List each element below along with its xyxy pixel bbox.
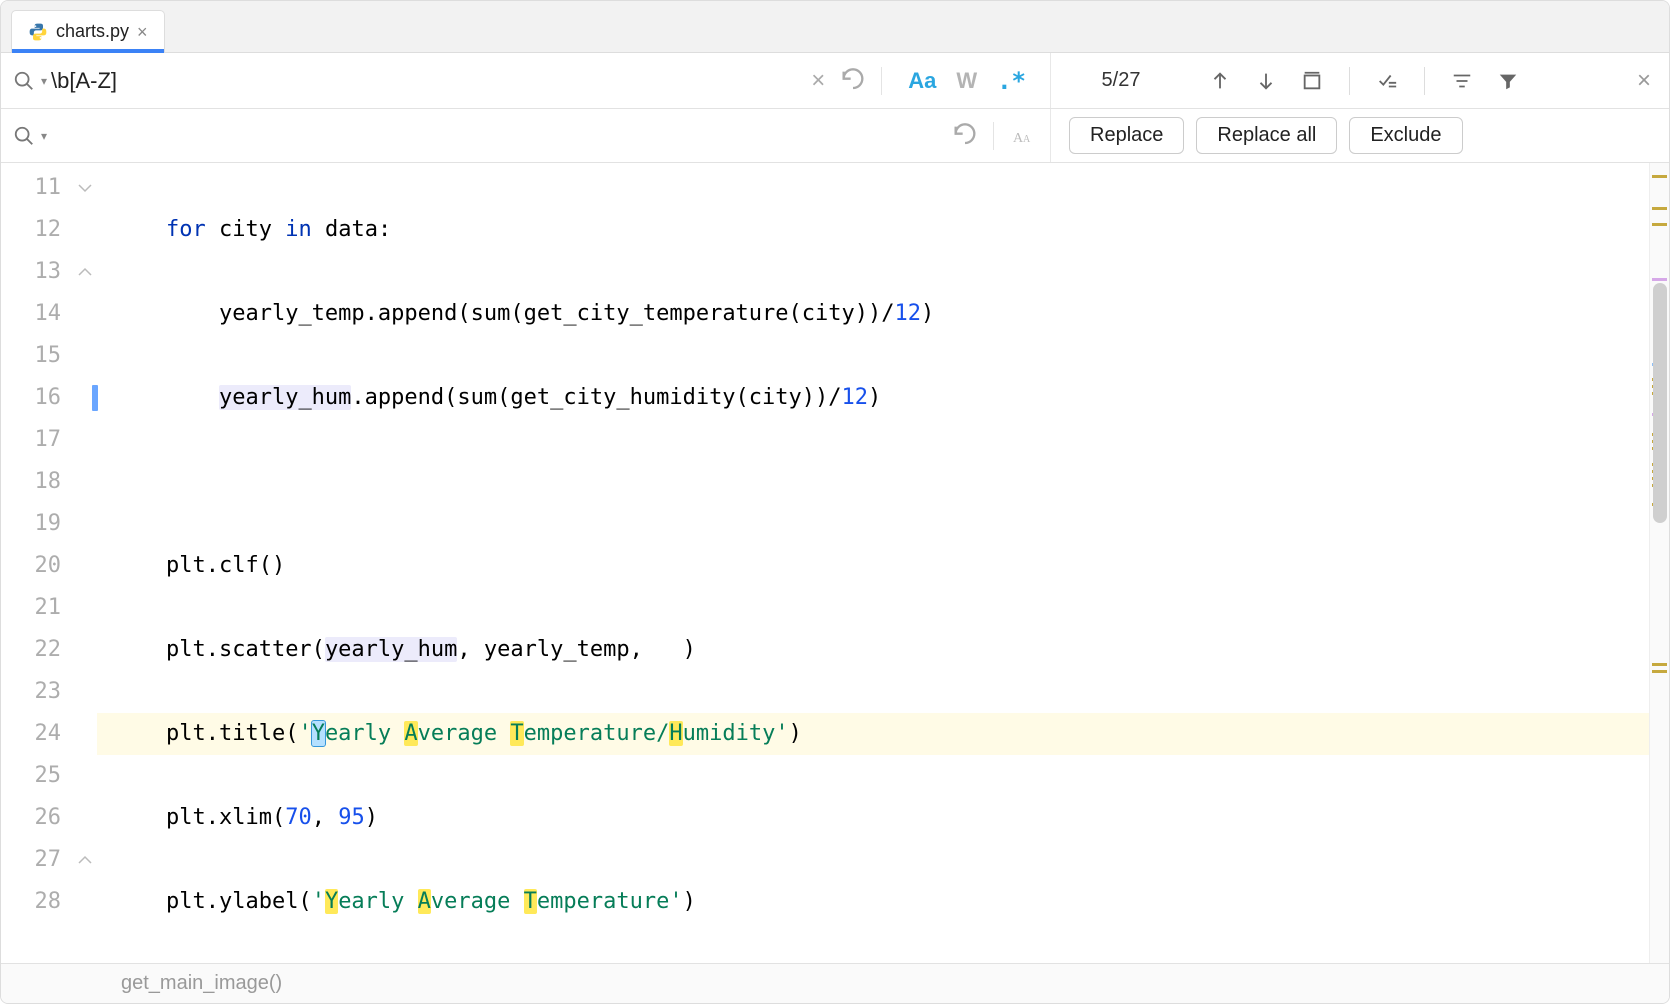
replace-button[interactable]: Replace [1069, 117, 1184, 154]
new-selection-icon[interactable] [1372, 66, 1402, 96]
select-all-occurrences-icon[interactable] [1297, 66, 1327, 96]
code-content[interactable]: for city in data: yearly_temp.append(sum… [97, 163, 1669, 963]
show-filter-icon[interactable] [1447, 66, 1477, 96]
search-undo-icon[interactable] [839, 67, 867, 95]
search-icon[interactable] [13, 70, 37, 92]
exclude-button[interactable]: Exclude [1349, 117, 1462, 154]
replace-all-button[interactable]: Replace all [1196, 117, 1337, 154]
preserve-case-icon[interactable]: AA [1008, 121, 1038, 151]
python-file-icon [28, 22, 48, 42]
find-toolbar: ▾ × Aa W .* 5/27 × [1, 53, 1669, 109]
code-editor[interactable]: 11 12 13 14 15 16 17 18 19 20 21 22 23 2… [1, 163, 1669, 963]
replace-history-dropdown[interactable]: ▾ [41, 129, 47, 143]
match-case-toggle[interactable]: Aa [908, 68, 936, 94]
replace-icon[interactable] [13, 125, 37, 147]
search-input[interactable] [51, 68, 797, 94]
next-match-icon[interactable] [1251, 66, 1281, 96]
tab-label: charts.py [56, 21, 129, 42]
search-history-dropdown[interactable]: ▾ [41, 74, 47, 88]
regex-toggle[interactable]: .* [997, 67, 1026, 95]
tab-bar: charts.py × [1, 1, 1669, 53]
breadcrumb-bar[interactable]: get_main_image() [1, 963, 1669, 1003]
scrollbar-thumb[interactable] [1653, 283, 1667, 523]
close-find-panel-icon[interactable]: × [1619, 53, 1669, 108]
fold-icon[interactable] [77, 180, 93, 196]
fold-end-icon[interactable] [77, 264, 93, 280]
filter-icon[interactable] [1493, 66, 1523, 96]
prev-match-icon[interactable] [1205, 66, 1235, 96]
replace-input[interactable] [51, 123, 947, 149]
fold-end-icon[interactable] [77, 852, 93, 868]
line-number-gutter: 11 12 13 14 15 16 17 18 19 20 21 22 23 2… [1, 163, 97, 963]
marker-bar[interactable] [1649, 163, 1669, 963]
svg-text:A: A [1023, 134, 1031, 145]
replace-undo-icon[interactable] [951, 122, 979, 150]
tab-charts-py[interactable]: charts.py × [11, 10, 165, 52]
breadcrumb-item[interactable]: get_main_image() [121, 972, 282, 995]
whole-word-toggle[interactable]: W [956, 68, 977, 94]
replace-toolbar: ▾ AA Replace Replace all Exclude [1, 109, 1669, 163]
match-count: 5/27 [1051, 53, 1191, 108]
clear-search-icon[interactable]: × [801, 67, 835, 95]
close-tab-icon[interactable]: × [137, 23, 148, 41]
